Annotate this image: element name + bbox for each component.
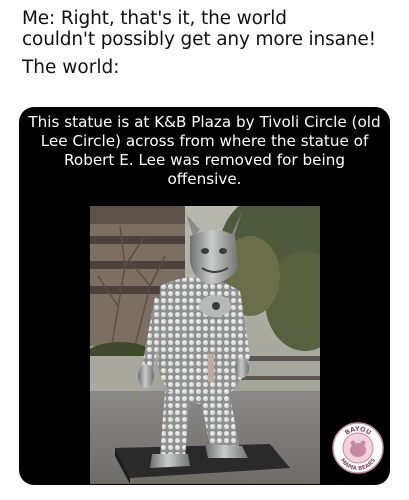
meme-text-line-2: couldn't possibly get any more insane! — [22, 29, 376, 50]
statue-photo — [90, 206, 320, 484]
meme-text-line-3: The world: — [22, 57, 120, 78]
statue-caption: This statue is at K&B Plaza by Tivoli Ci… — [28, 113, 381, 188]
meme-text-line-1: Me: Right, that's it, the world — [22, 8, 287, 29]
bear-icon — [350, 440, 366, 457]
bayou-mama-bears-logo: BAYOU MAMA BEARS — [332, 422, 384, 474]
meme-header: Me: Right, that's it, the world couldn't… — [22, 8, 392, 78]
